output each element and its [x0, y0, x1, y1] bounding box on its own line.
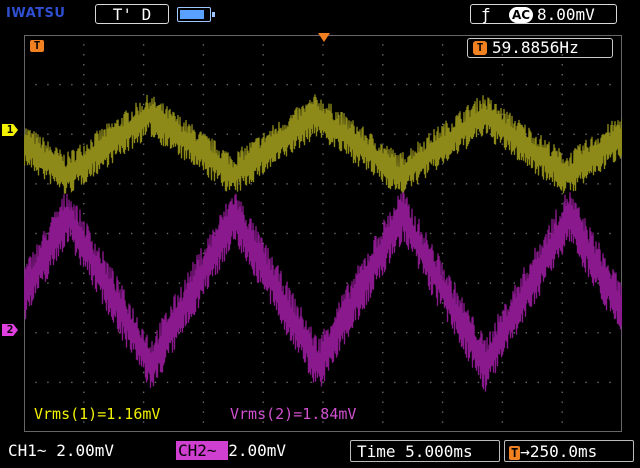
trigger-delay[interactable]: T →250.0ms [504, 440, 634, 462]
waveform-graticule [23, 34, 624, 433]
trigger-settings[interactable]: ƒ AC 8.00mV [470, 4, 617, 24]
time-per-div: 5.000ms [405, 442, 473, 461]
scope-display [23, 34, 624, 433]
frequency-readout: T 59.8856Hz [467, 38, 613, 58]
trigger-top-arrow[interactable] [318, 33, 330, 42]
ch2-coupling-icon: ~ [206, 441, 217, 460]
frequency-trigger-icon: T [473, 41, 487, 55]
ch2-level-marker[interactable]: 2 [2, 324, 18, 336]
ch1-coupling-icon: ~ [36, 441, 47, 460]
trigger-delay-icon: T [509, 446, 521, 460]
ch2-volts-per-div: 2.00mV [228, 441, 286, 460]
ch2-scale[interactable]: CH2~ 2.00mV [176, 440, 310, 462]
timebase[interactable]: Time 5.000ms [350, 440, 500, 462]
rising-edge-icon: ƒ [481, 5, 491, 24]
ch1-marker-label: 1 [6, 123, 14, 136]
time-label: Time [357, 442, 396, 461]
top-status-bar: IWATSU T' D ƒ AC 8.00mV [0, 0, 640, 28]
trigger-position-marker[interactable]: T [30, 40, 44, 52]
ch2-label: CH2 [178, 441, 207, 460]
frequency-value: 59.8856Hz [492, 38, 579, 57]
brand-logo: IWATSU [6, 6, 66, 21]
ch1-vrms-measurement: Vrms(1)=1.16mV [34, 405, 161, 423]
ch2-marker-label: 2 [6, 323, 14, 336]
ch1-volts-per-div: 2.00mV [56, 441, 114, 460]
ch1-scale[interactable]: CH1~ 2.00mV [4, 440, 144, 462]
ch2-waveform [23, 191, 624, 392]
trigger-delay-value: →250.0ms [520, 442, 598, 461]
ch2-label-badge: CH2~ [176, 441, 229, 460]
coupling-badge: AC [509, 7, 534, 23]
ch1-level-marker[interactable]: 1 [2, 124, 18, 136]
trigger-state[interactable]: T' D [95, 4, 169, 24]
ch1-label: CH1 [8, 441, 37, 460]
ch2-vrms-measurement: Vrms(2)=1.84mV [230, 405, 357, 423]
battery-icon [177, 7, 215, 22]
trigger-level: 8.00mV [537, 5, 595, 24]
